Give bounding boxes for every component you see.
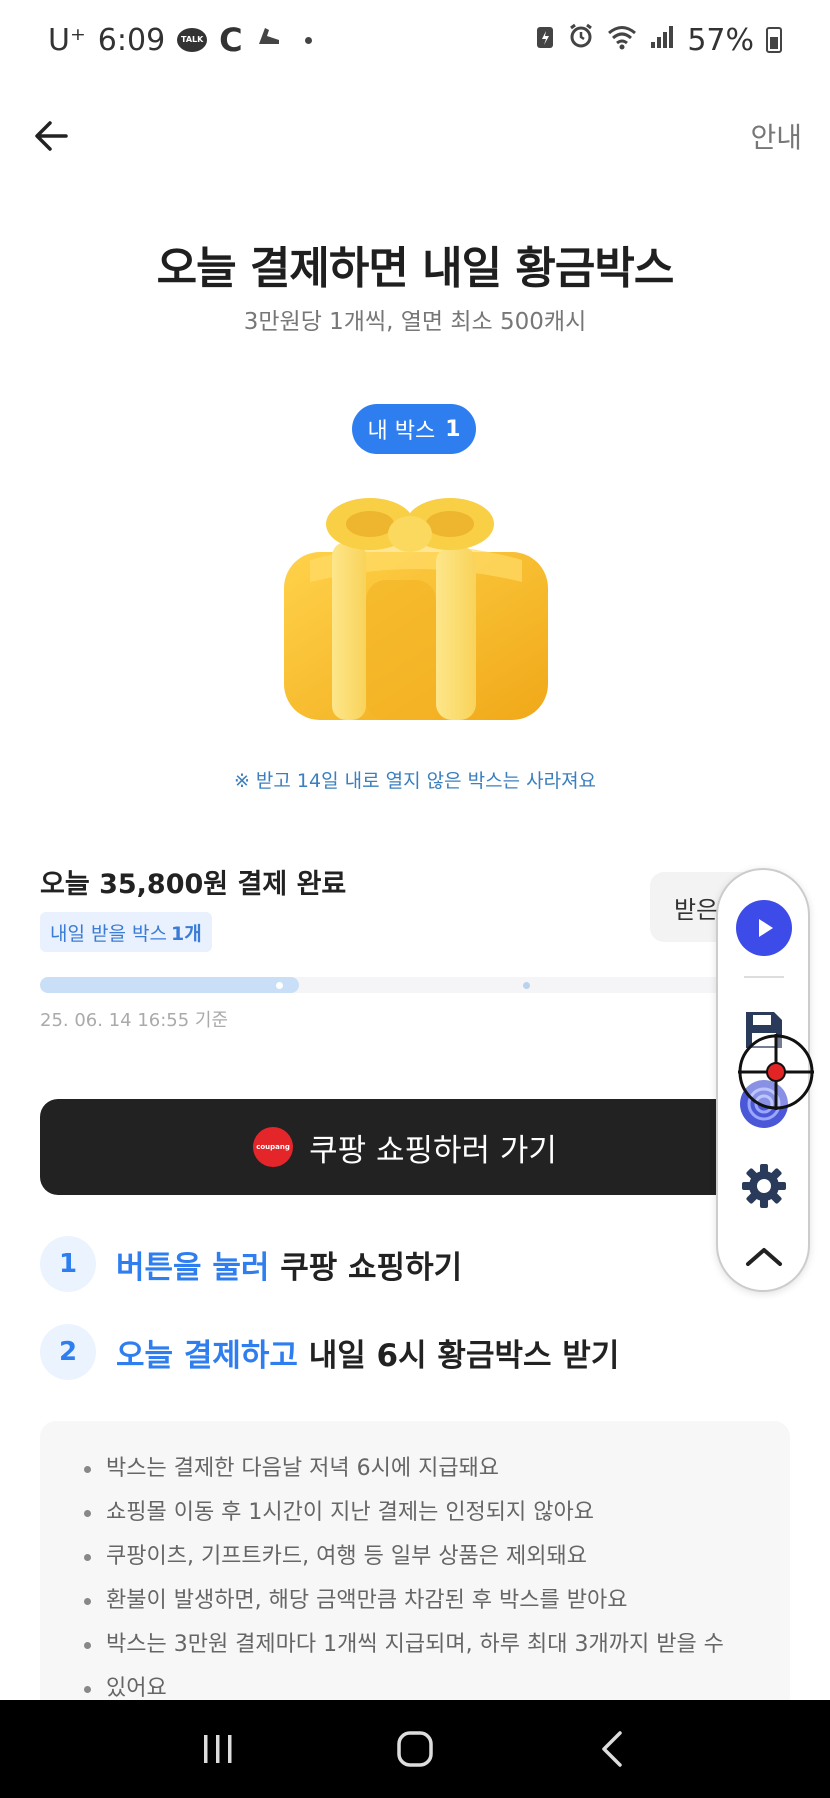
- toolbar-divider: [744, 976, 784, 978]
- info-box: 박스는 결제한 다음날 저녁 6시에 지급돼요 쇼핑몰 이동 후 1시간이 지난…: [40, 1421, 790, 1721]
- recent-apps-icon: [204, 1735, 232, 1763]
- my-box-label: 내 박스: [367, 419, 436, 444]
- step-highlight: 오늘 결제하고: [116, 1337, 298, 1374]
- tomorrow-box-count: 1개: [170, 922, 202, 945]
- back-chevron-icon: [601, 1731, 622, 1767]
- step-number: 2: [40, 1324, 96, 1380]
- info-item: 쇼핑몰 이동 후 1시간이 지난 결제는 인정되지 않아요: [84, 1491, 746, 1535]
- info-item: 환불이 발생하면, 해당 금액만큼 차감된 후 박스를 받아요: [84, 1579, 746, 1623]
- battery-icon: [766, 27, 782, 53]
- step-highlight: 버튼을 눌러: [116, 1249, 270, 1286]
- tomorrow-box-label: 내일 받을 박스: [50, 922, 167, 945]
- back-nav-button[interactable]: [582, 1719, 642, 1779]
- timestamp: 25. 06. 14 16:55 기준: [40, 1010, 229, 1031]
- chevron-up-icon: [746, 1248, 782, 1266]
- header: 안내: [0, 100, 830, 172]
- battery-saver-icon: [535, 23, 555, 58]
- step-text: 오늘 결제하고 내일 6시 황금박스 받기: [116, 1330, 619, 1375]
- gear-icon: [742, 1164, 786, 1208]
- info-list: 박스는 결제한 다음날 저녁 6시에 지급돼요 쇼핑몰 이동 후 1시간이 지난…: [84, 1447, 746, 1711]
- expiry-notice: ※ 받고 14일 내로 열지 않은 박스는 사라져요: [233, 770, 597, 792]
- battery-percent: 57%: [687, 22, 754, 58]
- my-box-badge[interactable]: 내 박스 1: [352, 404, 476, 454]
- coupang-shop-label: 쿠팡 쇼핑하러 가기: [309, 1132, 557, 1169]
- status-left: U⁺ 6:09 TALK C: [48, 21, 312, 59]
- notification-dot-icon: [304, 36, 312, 44]
- info-item: 박스는 3만원 결제마다 1개씩 지급되며, 하루 최대 3개까지 받을 수: [84, 1623, 746, 1667]
- progress-marker-1: [276, 982, 283, 989]
- progress-fill: [40, 977, 300, 993]
- step-2: 2 오늘 결제하고 내일 6시 황금박스 받기: [40, 1324, 619, 1380]
- step-text: 버튼을 눌러 쿠팡 쇼핑하기: [116, 1242, 462, 1287]
- shoe-icon: [255, 22, 283, 58]
- my-box-count: 1: [445, 416, 461, 442]
- carrier-label: U⁺: [48, 22, 86, 58]
- signal-icon: [649, 23, 675, 58]
- status-right: 57%: [535, 22, 782, 58]
- tomorrow-box-badge: 내일 받을 박스 1개: [40, 912, 212, 952]
- kakaotalk-icon: TALK: [177, 28, 208, 52]
- home-icon: [397, 1731, 433, 1767]
- step-rest: 내일 6시 황금박스 받기: [297, 1337, 620, 1374]
- clock: 6:09: [97, 22, 166, 58]
- wifi-icon: [607, 23, 637, 58]
- collapse-button[interactable]: [742, 1242, 786, 1270]
- back-button[interactable]: [28, 112, 76, 160]
- info-item: 쿠팡이츠, 기프트카드, 여행 등 일부 상품은 제외돼요: [84, 1535, 746, 1579]
- page-subtitle: 3만원당 1개씩, 열면 최소 500캐시: [243, 309, 587, 335]
- step-1: 1 버튼을 눌러 쿠팡 쇼핑하기: [40, 1236, 462, 1292]
- coupang-logo-icon: coupang: [253, 1127, 294, 1167]
- guide-link[interactable]: 안내: [750, 116, 802, 156]
- play-icon: [759, 919, 773, 937]
- step-rest: 쿠팡 쇼핑하기: [269, 1249, 463, 1286]
- c-app-icon: C: [219, 21, 243, 59]
- crosshair-target-icon[interactable]: [736, 1032, 816, 1112]
- home-button[interactable]: [385, 1719, 445, 1779]
- payment-status: 오늘 35,800원 결제 완료: [40, 869, 347, 900]
- progress-marker-2: [523, 982, 530, 989]
- settings-button[interactable]: [740, 1162, 788, 1210]
- arrow-left-icon: [35, 121, 68, 151]
- status-bar: U⁺ 6:09 TALK C 57%: [0, 0, 830, 80]
- gift-box-icon[interactable]: [280, 490, 552, 730]
- coupang-shop-button[interactable]: coupang 쿠팡 쇼핑하러 가기: [40, 1099, 770, 1195]
- page-title: 오늘 결제하면 내일 황금박스: [156, 243, 675, 294]
- step-number: 1: [40, 1236, 96, 1292]
- info-item: 박스는 결제한 다음날 저녁 6시에 지급돼요: [84, 1447, 746, 1491]
- recent-apps-button[interactable]: [188, 1719, 248, 1779]
- alarm-icon: [567, 22, 595, 58]
- play-button[interactable]: [736, 900, 792, 956]
- navigation-bar: [0, 1700, 830, 1798]
- progress-bar: [40, 977, 770, 993]
